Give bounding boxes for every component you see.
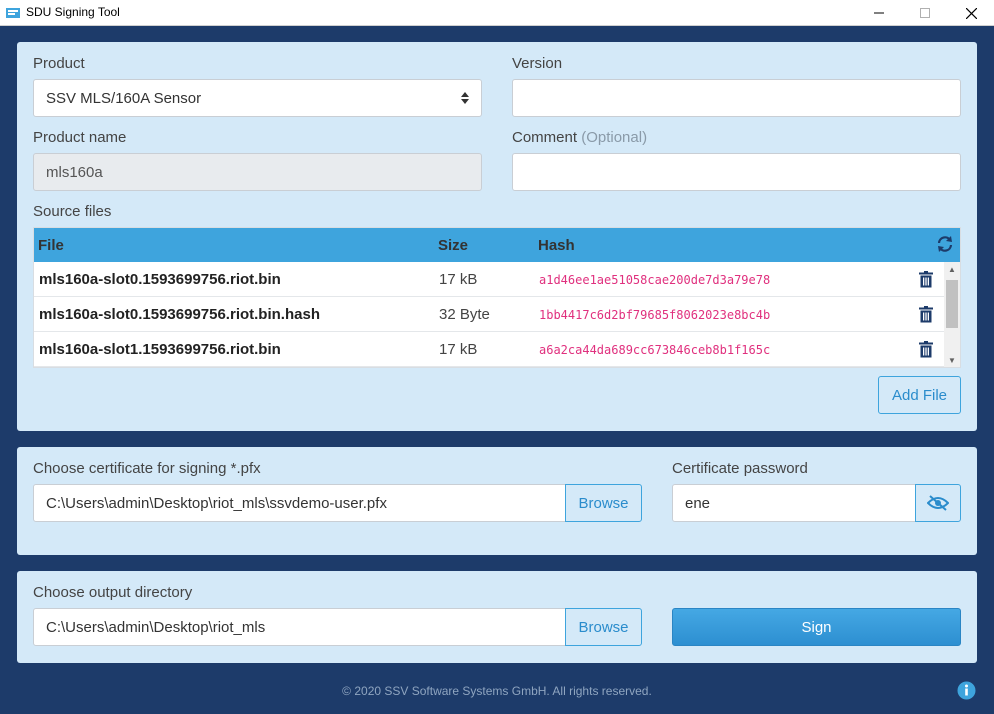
table-row[interactable]: mls160a-slot0.1593699756.riot.bin 17 kB … <box>34 262 944 297</box>
comment-label: Comment (Optional) <box>512 129 647 146</box>
column-header-hash[interactable]: Hash <box>538 237 575 254</box>
file-hash-cell: a1d46ee1ae51058cae200de7d3a79e78 <box>539 273 771 287</box>
title-bar: SDU Signing Tool <box>0 0 994 26</box>
scrollbar-thumb[interactable] <box>946 280 958 328</box>
info-icon[interactable] <box>957 681 976 700</box>
copyright-footer: © 2020 SSV Software Systems GmbH. All ri… <box>342 684 652 698</box>
product-select-value: SSV MLS/160A Sensor <box>46 90 202 107</box>
file-name-cell: mls160a-slot0.1593699756.riot.bin.hash <box>39 306 320 323</box>
file-hash-cell: a6a2ca44da689cc673846ceb8b1f165c <box>539 343 771 357</box>
window-title: SDU Signing Tool <box>26 5 120 19</box>
file-size-cell: 32 Byte <box>439 306 490 323</box>
updown-caret-icon <box>461 92 469 104</box>
trash-icon[interactable] <box>919 271 933 288</box>
eye-slash-icon <box>927 495 949 511</box>
file-name-cell: mls160a-slot0.1593699756.riot.bin <box>39 271 281 288</box>
table-scrollbar[interactable]: ▲ ▼ <box>944 262 960 367</box>
refresh-icon[interactable] <box>936 235 954 253</box>
close-button[interactable] <box>948 0 994 26</box>
password-input[interactable]: ene <box>672 484 916 522</box>
product-panel: Product SSV MLS/160A Sensor Version Prod… <box>17 42 977 431</box>
column-header-size[interactable]: Size <box>438 237 468 254</box>
product-name-field: mls160a <box>33 153 482 191</box>
version-input[interactable] <box>512 79 961 117</box>
add-file-button[interactable]: Add File <box>878 376 961 414</box>
scroll-down-arrow-icon[interactable]: ▼ <box>948 356 956 365</box>
file-hash-cell: 1bb4417c6d2bf79685f8062023e8bc4b <box>539 308 771 322</box>
output-directory-label: Choose output directory <box>33 584 193 601</box>
certificate-browse-button[interactable]: Browse <box>565 484 642 522</box>
file-size-cell: 17 kB <box>439 341 478 358</box>
comment-input[interactable] <box>512 153 961 191</box>
certificate-panel: Choose certificate for signing *.pfx C:\… <box>17 447 977 555</box>
product-name-label: Product name <box>33 129 127 146</box>
source-files-table: File Size Hash mls160a-slot0.1593699756.… <box>33 227 961 368</box>
comment-optional-hint: (Optional) <box>581 129 648 146</box>
certificate-label: Choose certificate for signing *.pfx <box>33 460 261 477</box>
product-select[interactable]: SSV MLS/160A Sensor <box>33 79 482 117</box>
trash-icon[interactable] <box>919 341 933 358</box>
file-name-cell: mls160a-slot1.1593699756.riot.bin <box>39 341 281 358</box>
output-browse-button[interactable]: Browse <box>565 608 642 646</box>
output-path-input[interactable]: C:\Users\admin\Desktop\riot_mls <box>33 608 566 646</box>
close-icon <box>965 7 977 19</box>
minimize-button[interactable] <box>856 0 902 26</box>
output-panel: Choose output directory C:\Users\admin\D… <box>17 571 977 663</box>
scroll-up-arrow-icon[interactable]: ▲ <box>948 265 956 274</box>
table-row[interactable]: mls160a-slot0.1593699756.riot.bin.hash 3… <box>34 297 944 332</box>
source-files-label: Source files <box>33 203 112 220</box>
version-label: Version <box>512 55 563 72</box>
product-label: Product <box>33 55 85 72</box>
password-label: Certificate password <box>672 460 808 477</box>
toggle-password-visibility-button[interactable] <box>915 484 961 522</box>
maximize-icon <box>920 8 930 18</box>
table-row[interactable]: mls160a-slot1.1593699756.riot.bin 17 kB … <box>34 332 944 367</box>
trash-icon[interactable] <box>919 306 933 323</box>
sign-button[interactable]: Sign <box>672 608 961 646</box>
app-icon <box>6 8 20 18</box>
column-header-file[interactable]: File <box>38 237 64 254</box>
product-name-value: mls160a <box>46 164 103 181</box>
table-header: File Size Hash <box>34 228 960 262</box>
certificate-path-input[interactable]: C:\Users\admin\Desktop\riot_mls\ssvdemo-… <box>33 484 566 522</box>
file-size-cell: 17 kB <box>439 271 478 288</box>
maximize-button[interactable] <box>902 0 948 26</box>
comment-label-text: Comment <box>512 129 578 146</box>
minimize-icon <box>874 12 884 14</box>
